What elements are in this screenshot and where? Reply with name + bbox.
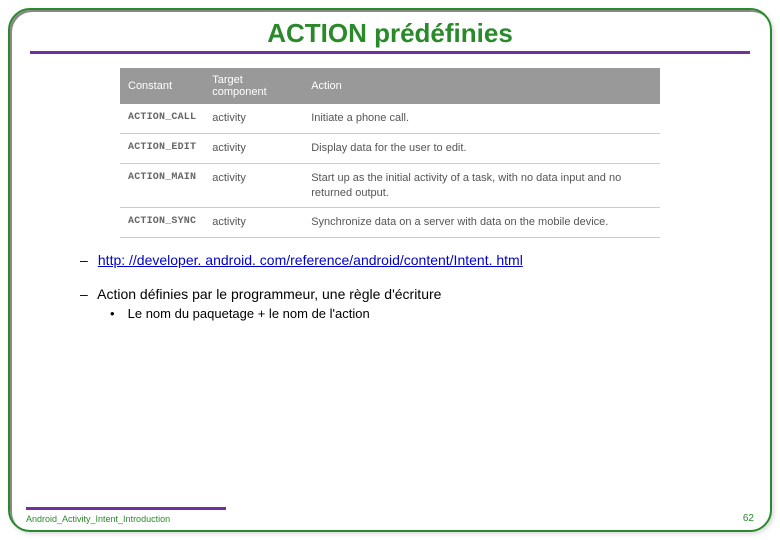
cell-target: activity [204,208,303,238]
reference-link[interactable]: http: //developer. android. com/referenc… [98,252,523,268]
footer-line [26,507,226,510]
footer-text: Android_Activity_Intent_Introduction [26,514,170,524]
bullet-rule: – Action définies par le programmeur, un… [80,286,720,321]
cell-action: Initiate a phone call. [303,104,660,133]
cell-target: activity [204,133,303,163]
table-header-row: Constant Target component Action [120,68,660,104]
table-row: ACTION_MAIN activity Start up as the ini… [120,163,660,208]
cell-constant: ACTION_EDIT [120,133,204,163]
dash-icon: – [80,252,94,268]
bullet-link: – http: //developer. android. com/refere… [80,252,720,268]
sub-text: Le nom du paquetage + le nom de l'action [128,306,370,321]
slide-frame: ACTION prédéfinies Constant Target compo… [8,8,772,532]
table-row: ACTION_CALL activity Initiate a phone ca… [120,104,660,133]
col-target: Target component [204,68,303,104]
dash-icon: – [80,286,94,302]
page-number: 62 [743,513,754,524]
table-row: ACTION_EDIT activity Display data for th… [120,133,660,163]
col-constant: Constant [120,68,204,104]
rule-text: Action définies par le programmeur, une … [97,286,441,302]
cell-target: activity [204,104,303,133]
cell-target: activity [204,163,303,208]
cell-constant: ACTION_MAIN [120,163,204,208]
col-action: Action [303,68,660,104]
cell-constant: ACTION_CALL [120,104,204,133]
table-row: ACTION_SYNC activity Synchronize data on… [120,208,660,238]
cell-action: Synchronize data on a server with data o… [303,208,660,238]
content-area: – http: //developer. android. com/refere… [80,252,720,321]
cell-action: Display data for the user to edit. [303,133,660,163]
cell-constant: ACTION_SYNC [120,208,204,238]
slide-title: ACTION prédéfinies [10,18,770,49]
actions-table: Constant Target component Action ACTION_… [120,68,660,238]
sub-bullet: • Le nom du paquetage + le nom de l'acti… [110,306,720,321]
cell-action: Start up as the initial activity of a ta… [303,163,660,208]
actions-table-wrap: Constant Target component Action ACTION_… [120,68,660,238]
bullet-icon: • [110,306,124,321]
title-underline [30,51,750,54]
